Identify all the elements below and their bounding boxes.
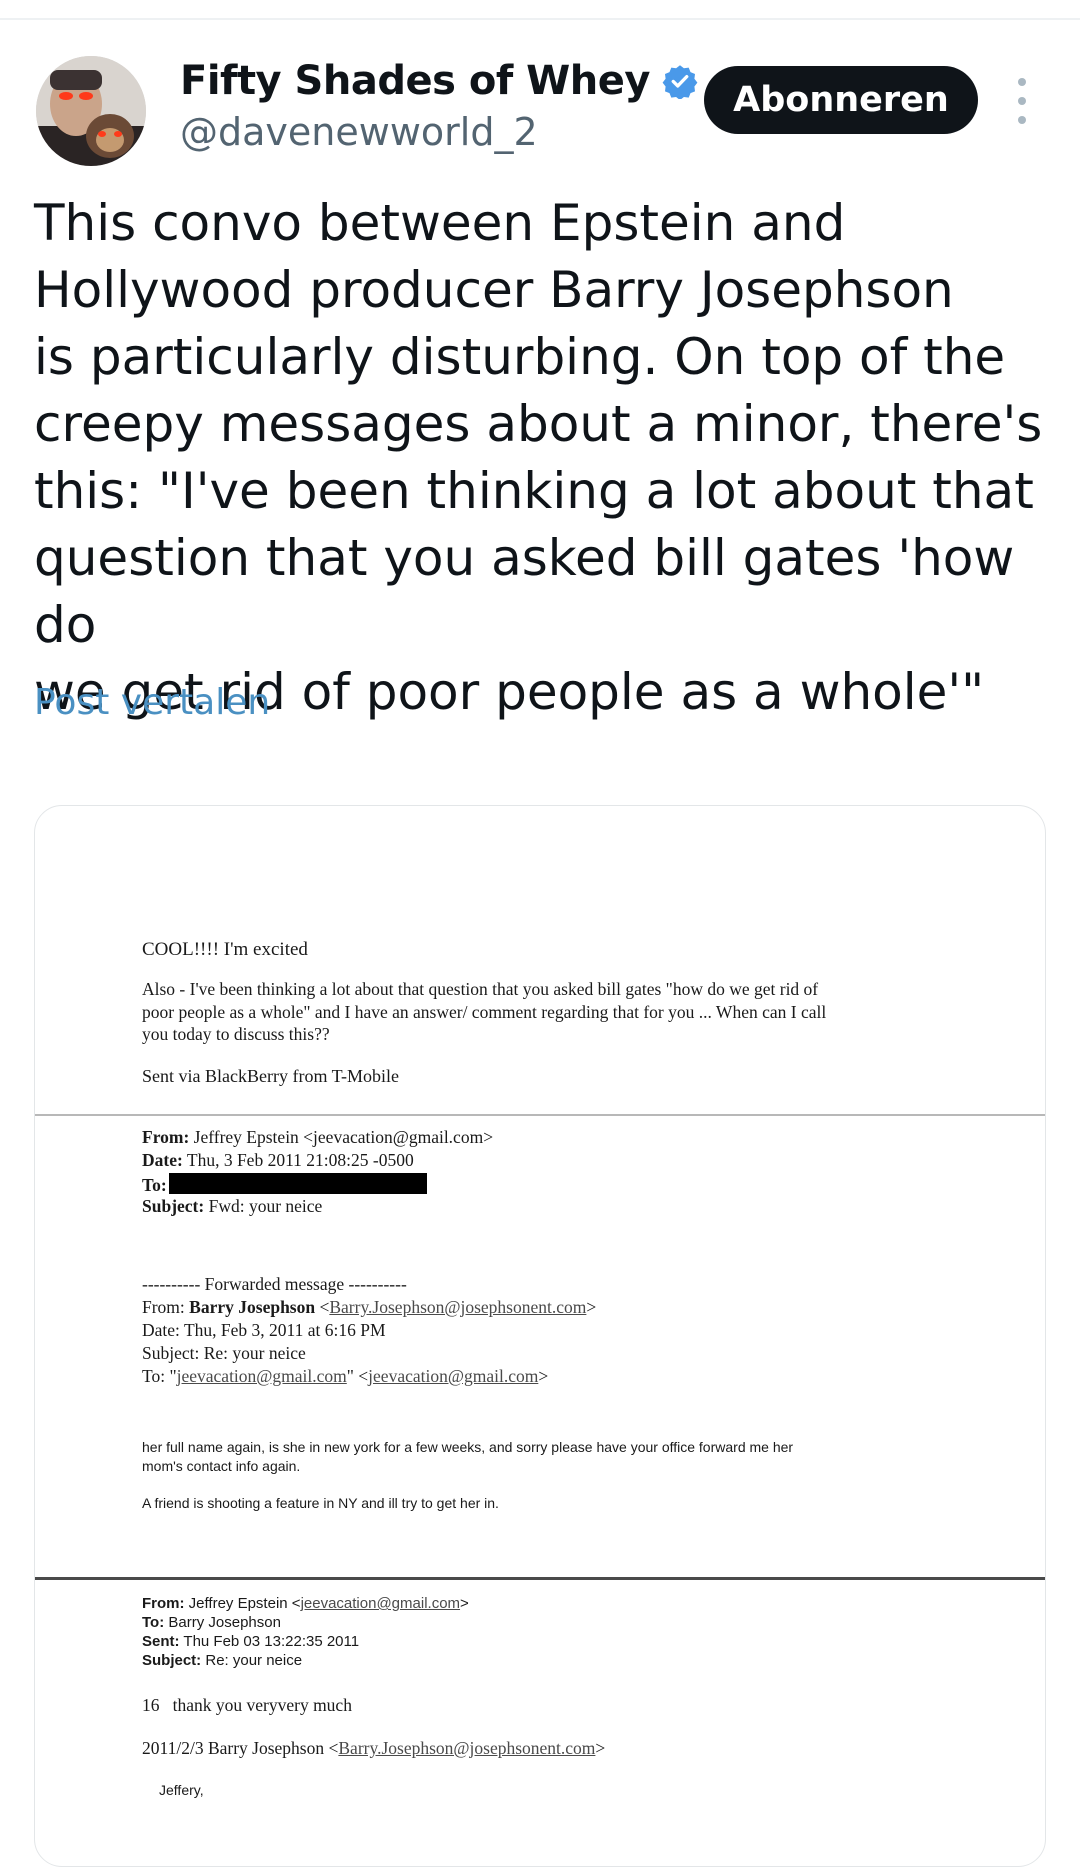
header2-body: 16 thank you veryvery much: [142, 1695, 352, 1715]
quote-greeting: Jeffery,: [159, 1782, 204, 1798]
forwarded-body-line-1: her full name again, is she in new york …: [142, 1439, 794, 1455]
header2-sent: Sent: Thu Feb 03 13:22:35 2011: [142, 1633, 360, 1650]
forwarded-from: From: Barry Josephson <Barry.Josephson@j…: [142, 1297, 597, 1317]
more-vertical-icon[interactable]: [1012, 78, 1032, 124]
forwarded-date: Date: Thu, Feb 3, 2011 at 6:16 PM: [142, 1320, 386, 1340]
header2-to: To: Barry Josephson: [142, 1614, 281, 1631]
email-divider-1: [35, 1114, 1045, 1116]
email-divider-2: [35, 1577, 1045, 1580]
forwarded-to: To: "jeevacation@gmail.com" <jeevacation…: [142, 1366, 549, 1386]
redaction-bar: [168, 1173, 427, 1194]
header2-from: From: Jeffrey Epstein <jeevacation@gmail…: [142, 1595, 469, 1612]
reply-signature: Sent via BlackBerry from T-Mobile: [142, 1066, 399, 1086]
email-document: COOL!!!! I'm excited Also - I've been th…: [35, 806, 1045, 1866]
header2-subject: Subject: Re: your neice: [142, 1652, 303, 1669]
forwarded-subject: Subject: Re: your neice: [142, 1343, 306, 1363]
quote-attribution: 2011/2/3 Barry Josephson <Barry.Josephso…: [142, 1738, 606, 1758]
forwarded-body-line-2: mom's contact info again.: [142, 1458, 301, 1474]
translate-post-link[interactable]: Post vertalen: [34, 682, 270, 723]
author-name-row[interactable]: Fifty Shades of Whey: [180, 58, 698, 104]
display-name[interactable]: Fifty Shades of Whey: [180, 58, 650, 104]
forwarded-body-line-3: A friend is shooting a feature in NY and…: [142, 1495, 499, 1511]
header1-to: To:: [142, 1173, 427, 1196]
reply-para-line-3: you today to discuss this??: [142, 1024, 330, 1044]
tweet-text: This convo between Epstein and Hollywood…: [34, 194, 1043, 721]
reply-para-line-2: poor people as a whole" and I have an an…: [142, 1002, 827, 1022]
user-handle[interactable]: @davenewworld_2: [180, 110, 538, 154]
tweet-media-image[interactable]: COOL!!!! I'm excited Also - I've been th…: [34, 805, 1046, 1867]
reply-line-1: COOL!!!! I'm excited: [142, 939, 308, 960]
header1-subject: Subject: Fwd: your neice: [142, 1196, 323, 1216]
top-divider: [0, 18, 1080, 20]
subscribe-button[interactable]: Abonneren: [704, 66, 978, 134]
avatar-image: [36, 56, 146, 166]
reply-para-line-1: Also - I've been thinking a lot about th…: [142, 979, 819, 999]
forwarded-divider: ---------- Forwarded message ----------: [142, 1274, 407, 1294]
avatar[interactable]: [36, 56, 146, 166]
header1-from: From: Jeffrey Epstein <jeevacation@gmail…: [142, 1127, 494, 1147]
verified-badge-icon: [662, 65, 698, 99]
header1-date: Date: Thu, 3 Feb 2011 21:08:25 -0500: [142, 1150, 414, 1170]
